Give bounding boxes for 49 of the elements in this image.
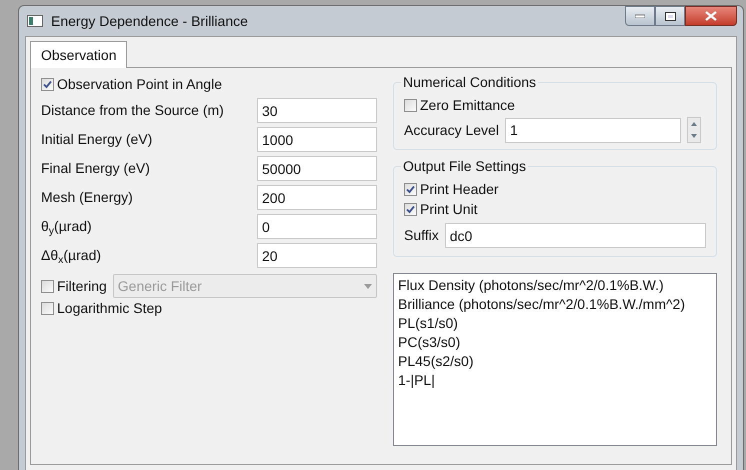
maximize-icon — [664, 12, 676, 20]
field-label: Final Energy (eV) — [41, 159, 150, 178]
output-list[interactable]: Flux Density (photons/sec/mr^2/0.1%B.W.) Brilliance (photons/sec/mr^2/0.1%B.W./mm^2) PL(s1/s0) PC(s3/s0) PL45(s2/s0) 1-|PL| — [393, 273, 717, 446]
close-icon — [705, 11, 717, 21]
close-button[interactable] — [685, 6, 737, 26]
input-field[interactable]: 1000 — [257, 127, 377, 152]
field-label: Distance from the Source (m) — [41, 101, 224, 120]
spin-buttons[interactable] — [686, 117, 701, 143]
input-field[interactable]: 200 — [257, 185, 377, 210]
field-label: Mesh (Energy) — [41, 188, 133, 207]
check-icon — [43, 80, 52, 88]
checkbox[interactable] — [404, 98, 417, 112]
field-label: θ$_{y}$(µrad) — [41, 217, 92, 237]
input-field[interactable]: 50000 — [257, 156, 377, 181]
checkbox[interactable] — [41, 302, 54, 314]
checkbox[interactable] — [404, 182, 417, 196]
checkbox[interactable] — [404, 202, 417, 216]
checkbox-label: Zero Emittance — [420, 96, 515, 114]
list-item[interactable]: Brilliance (photons/sec/mr^2/0.1%B.W./mm^2) — [398, 295, 712, 314]
app-icon — [27, 15, 43, 27]
minimize-icon — [635, 14, 645, 18]
checkbox[interactable] — [41, 78, 54, 90]
check-icon — [406, 184, 415, 194]
minimize-button[interactable] — [625, 6, 655, 26]
field-label: Initial Energy (eV) — [41, 130, 152, 149]
tab[interactable]: Observation — [30, 41, 128, 68]
maximize-button[interactable] — [655, 6, 685, 26]
checkbox-label: Observation Point in Angle — [57, 74, 222, 94]
list-item[interactable]: PC(s3/s0) — [398, 333, 712, 352]
list-item[interactable]: Flux Density (photons/sec/mr^2/0.1%B.W.) — [398, 276, 712, 295]
checkbox-label: Filtering — [57, 276, 107, 296]
input-field[interactable]: dc0 — [444, 223, 706, 248]
checkbox-label: Print Unit — [420, 200, 478, 218]
input-field[interactable]: 0 — [257, 214, 377, 239]
field-label: Suffix — [404, 226, 439, 245]
input-field[interactable]: 20 — [257, 243, 377, 268]
window-title: Energy Dependence - Brilliance — [51, 12, 248, 31]
check-icon — [406, 204, 415, 214]
field-label: Accuracy Level — [404, 120, 499, 140]
dropdown-arrow-icon — [364, 284, 372, 288]
checkbox-label: Print Header — [420, 180, 499, 198]
input-field[interactable]: 1 — [504, 118, 681, 142]
field-label: Δθ$_{x}$(µrad) — [41, 246, 102, 266]
checkbox-label: Logarithmic Step — [57, 298, 162, 318]
input-field[interactable]: 30 — [257, 98, 377, 123]
list-item[interactable]: 1-|PL| — [398, 371, 712, 390]
list-item[interactable]: PL(s1/s0) — [398, 314, 712, 333]
checkbox[interactable] — [41, 280, 54, 292]
list-item[interactable]: PL45(s2/s0) — [398, 352, 712, 371]
